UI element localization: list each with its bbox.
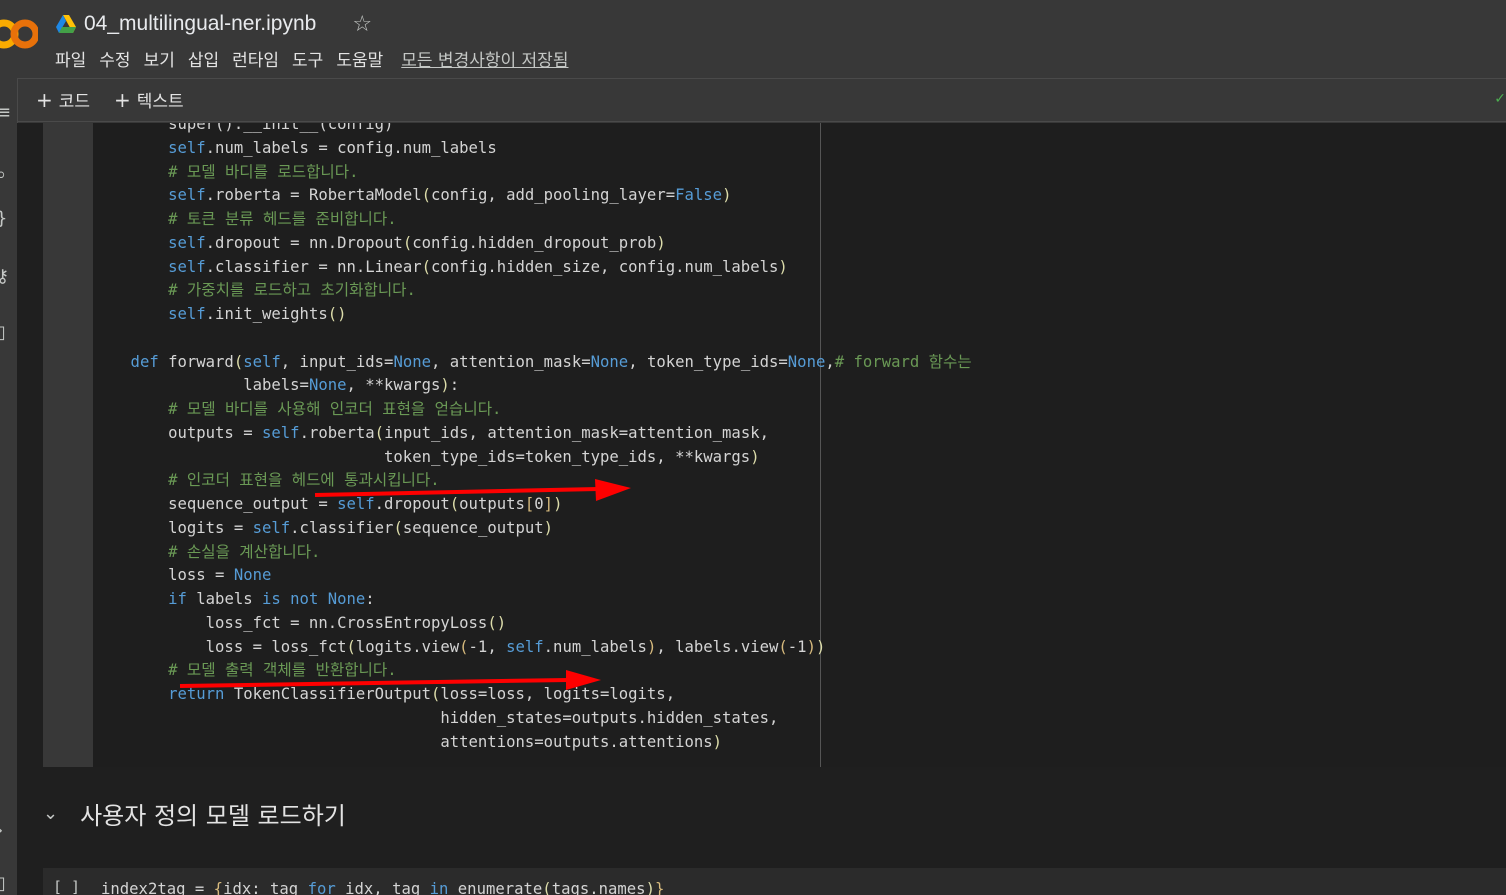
key-icon[interactable]: ⚷	[0, 266, 9, 287]
add-text-button[interactable]: + 텍스트	[114, 87, 184, 112]
add-code-label: 코드	[58, 92, 91, 112]
code-line: self.classifier = nn.Linear(config.hidde…	[93, 257, 788, 276]
menu-file[interactable]: 파일	[55, 46, 86, 71]
drive-icon[interactable]	[56, 15, 76, 33]
code-line: logits = self.classifier(sequence_output…	[93, 518, 554, 537]
code-line: self.dropout = nn.Dropout(config.hidden_…	[93, 233, 666, 252]
code-line: self.roberta = RobertaModel(config, add_…	[93, 186, 732, 205]
add-code-button[interactable]: + 코드	[36, 87, 90, 112]
notebook-title[interactable]: 04_multilingual-ner.ipynb	[84, 12, 316, 36]
section-header[interactable]: ⌄ 사용자 정의 모델 로드하기	[43, 793, 346, 833]
code-line: attentions=outputs.attentions)	[93, 732, 723, 751]
notebook-main: super().__init__(config) self.num_labels…	[17, 123, 1506, 895]
code-comment: # 모델 바디를 사용해 인코더 표현을 얻습니다.	[93, 400, 502, 418]
menu-view[interactable]: 보기	[144, 46, 175, 71]
code-comment: # 가중치를 로드하고 초기화합니다.	[93, 281, 416, 300]
chevron-down-icon[interactable]: ⌄	[43, 803, 58, 824]
code-line: index2tag = {idx: tag for idx, tag in en…	[101, 880, 665, 895]
code-line: loss = loss_fct(logits.view(-1, self.num…	[93, 637, 826, 656]
plus-icon: +	[36, 88, 53, 112]
code-comment: # 손실을 계산합니다.	[93, 542, 321, 561]
code-line: outputs = self.roberta(input_ids, attent…	[93, 423, 769, 442]
red-arrow-annotation	[314, 479, 631, 501]
cell-gutter	[43, 123, 93, 767]
code-line: hidden_states=outputs.hidden_states,	[93, 708, 779, 727]
menu-edit[interactable]: 수정	[99, 46, 130, 71]
code-line: token_type_ids=token_type_ids, **kwargs)	[93, 447, 760, 466]
star-icon[interactable]: ☆	[352, 12, 372, 37]
menu-tools[interactable]: 도구	[292, 46, 323, 71]
terminal-icon[interactable]: ▯	[0, 873, 6, 894]
code-text[interactable]: super().__init__(config) self.num_labels…	[93, 123, 972, 754]
chevron-right-icon[interactable]: ›	[0, 820, 3, 841]
red-arrow-annotation	[179, 670, 601, 690]
menu-runtime[interactable]: 런타임	[232, 46, 279, 71]
title-row: 04_multilingual-ner.ipynb ☆	[56, 8, 372, 40]
menu-help[interactable]: 도움말	[336, 46, 383, 71]
toolbar: + 코드 + 텍스트 ✓	[0, 78, 1506, 122]
section-title: 사용자 정의 모델 로드하기	[80, 801, 346, 830]
code-cell[interactable]: [ ] index2tag = {idx: tag for idx, tag i…	[43, 868, 1506, 895]
saved-status-link[interactable]: 모든 변경사항이 저장됨	[401, 46, 568, 71]
code-line: loss_fct = nn.CrossEntropyLoss()	[93, 613, 507, 632]
code-line: if labels is not None:	[93, 590, 375, 608]
code-line: labels=None, **kwargs):	[93, 376, 460, 395]
code-snippets-icon[interactable]: }	[0, 208, 7, 229]
code-line: super().__init__(config)	[93, 123, 394, 133]
code-editor[interactable]: super().__init__(config) self.num_labels…	[93, 123, 1506, 767]
menu-bar: 파일 수정 보기 삽입 런타임 도구 도움말 모든 변경사항이 저장됨	[55, 46, 568, 71]
folder-icon[interactable]: ▯	[0, 322, 6, 343]
run-cell-indicator[interactable]: [ ]	[53, 878, 80, 895]
code-line: def forward(self, input_ids=None, attent…	[93, 352, 972, 371]
menu-icon[interactable]: ≡	[0, 102, 11, 123]
header: 04_multilingual-ner.ipynb ☆ 파일 수정 보기 삽입 …	[0, 0, 1506, 78]
add-text-label: 텍스트	[136, 92, 184, 112]
check-icon: ✓	[1494, 91, 1506, 107]
code-line: self.init_weights()	[93, 305, 347, 323]
code-line: self.num_labels = config.num_labels	[93, 138, 497, 157]
code-cell[interactable]: super().__init__(config) self.num_labels…	[43, 123, 1506, 767]
code-comment: # 모델 바디를 로드합니다.	[93, 162, 359, 181]
code-line: loss = None	[93, 566, 272, 585]
search-icon[interactable]: ⌕	[0, 164, 6, 185]
code-comment: # 토큰 분류 헤드를 준비합니다.	[93, 210, 397, 228]
colab-logo[interactable]	[0, 14, 38, 54]
plus-icon: +	[114, 88, 131, 112]
menu-insert[interactable]: 삽입	[188, 46, 219, 71]
left-rail: ≡ ⌕ } ⚷ ▯ › ▯	[0, 78, 18, 895]
